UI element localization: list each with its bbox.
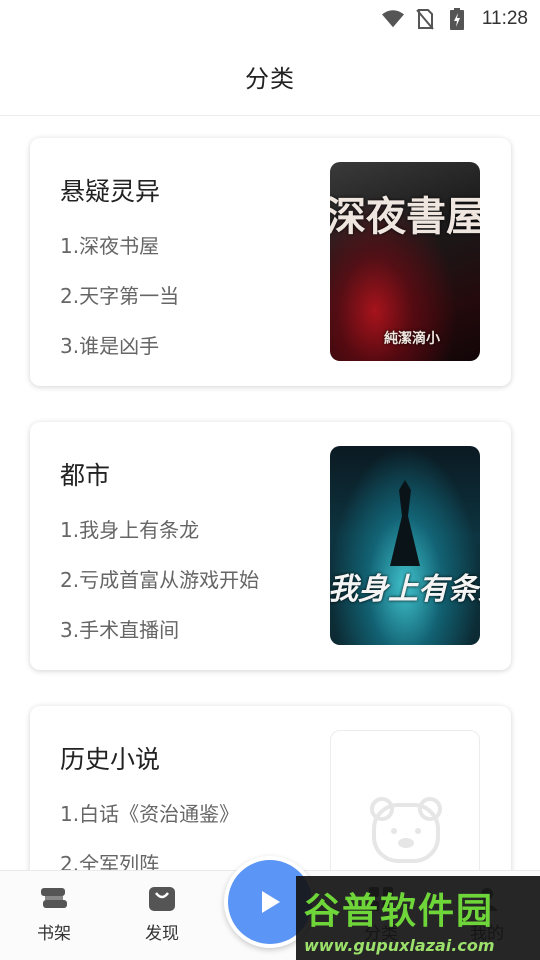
battery-charging-icon: [446, 8, 468, 30]
cover-title: 我身上有条龙: [330, 572, 480, 607]
play-icon: [262, 891, 280, 913]
category-card-urban[interactable]: 都市 1.我身上有条龙 2.亏成首富从游戏开始 3.手术直播间 我身上有条龙: [30, 422, 511, 670]
cover-title: 深夜書屋: [330, 193, 480, 240]
book-link[interactable]: 2.全军列阵: [60, 848, 159, 870]
book-link[interactable]: 3.谁是凶手: [60, 330, 159, 359]
wifi-icon: [381, 8, 404, 30]
page-title: 分类: [245, 65, 295, 93]
tab-label: 书架: [37, 924, 71, 944]
book-link[interactable]: 3.手术直播间: [60, 614, 179, 643]
book-cover[interactable]: 我身上有条龙: [330, 446, 480, 645]
book-link[interactable]: 2.亏成首富从游戏开始: [60, 564, 259, 593]
bookshelf-icon: [41, 888, 67, 908]
category-card-history[interactable]: 历史小说 1.白话《资治通鉴》 2.全军列阵: [30, 706, 511, 870]
no-sim-icon: [414, 8, 436, 30]
cover-figure-icon: [390, 480, 420, 566]
book-cover[interactable]: 深夜書屋 純潔滴小: [330, 162, 480, 361]
category-title: 悬疑灵异: [60, 177, 161, 206]
book-link[interactable]: 2.天字第一当: [60, 280, 179, 309]
bag-icon: [149, 887, 175, 911]
status-bar: 11:28: [0, 0, 540, 38]
tab-discover[interactable]: 发现: [127, 885, 197, 944]
book-link[interactable]: 1.白话《资治通鉴》: [60, 798, 239, 827]
tab-label: 发现: [145, 924, 179, 944]
category-title: 历史小说: [60, 745, 161, 774]
watermark-logo: 谷普软件园 www.gupuxlazai.com: [296, 876, 540, 960]
watermark-title: 谷普软件园: [304, 890, 495, 932]
bear-placeholder-icon: [370, 797, 442, 863]
book-link[interactable]: 1.深夜书屋: [60, 230, 159, 259]
title-bar: 分类: [0, 38, 540, 116]
category-title: 都市: [60, 461, 111, 490]
watermark-url: www.gupuxlazai.com: [304, 935, 495, 955]
cover-author: 純潔滴小: [384, 331, 440, 347]
category-card-mystery[interactable]: 悬疑灵异 1.深夜书屋 2.天字第一当 3.谁是凶手 深夜書屋 純潔滴小: [30, 138, 511, 386]
book-cover-placeholder[interactable]: [330, 730, 480, 870]
book-link[interactable]: 1.我身上有条龙: [60, 514, 199, 543]
category-list[interactable]: 悬疑灵异 1.深夜书屋 2.天字第一当 3.谁是凶手 深夜書屋 純潔滴小 都市 …: [0, 116, 540, 870]
status-time: 11:28: [481, 8, 528, 29]
tab-bookshelf[interactable]: 书架: [19, 885, 89, 944]
